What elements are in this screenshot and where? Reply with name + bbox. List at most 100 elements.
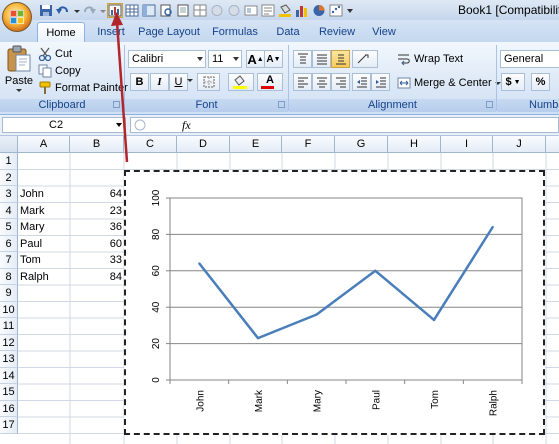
percent-button[interactable]: % [531,73,550,91]
fill-color-button[interactable] [228,73,254,91]
insert-function-button[interactable]: fx [182,118,191,133]
redo-dropdown[interactable] [98,3,106,18]
scatter-quick-button[interactable] [328,3,344,18]
embedded-line-chart[interactable]: 0 20 40 60 80 100 John Mark Mary Paul Tom Ralph [124,170,545,435]
column-header-h[interactable]: H [388,136,441,153]
sheet-icon-button-5[interactable] [192,3,208,18]
row-header-4[interactable]: 4 [0,202,18,219]
row-header-7[interactable]: 7 [0,252,18,269]
undo-button[interactable] [55,3,71,18]
tab-data[interactable]: Data [270,22,306,42]
alignment-launcher-icon[interactable] [486,101,493,108]
select-all-corner[interactable] [0,136,18,153]
currency-button[interactable]: $ ▼ [501,73,525,91]
row-header-11[interactable]: 11 [0,318,18,335]
row-header-15[interactable]: 15 [0,384,18,401]
row-header-17[interactable]: 17 [0,417,18,434]
sheet-icon-button-4[interactable] [175,3,191,18]
sheet-icon-button-8[interactable] [243,3,259,18]
row-header-2[interactable]: 2 [0,169,18,186]
row-header-1[interactable]: 1 [0,153,18,170]
tab-insert[interactable]: Insert [88,22,134,42]
sheet-icon-button-3[interactable] [158,3,174,18]
fill-color-quick-button[interactable] [277,3,293,18]
paste-dropdown-arrow[interactable] [16,89,22,92]
increase-indent-button[interactable] [371,73,390,91]
column-header-e[interactable]: E [230,136,282,153]
row-header-12[interactable]: 12 [0,334,18,351]
row-header-6[interactable]: 6 [0,235,18,252]
column-header-k[interactable] [546,136,559,153]
formula-input[interactable]: fx [130,117,559,133]
cell-b8[interactable]: 84 [70,269,122,286]
cell-a4[interactable]: Mark [20,203,44,220]
tab-formulas[interactable]: Formulas [208,22,262,42]
orientation-button[interactable] [352,50,378,68]
tab-page-layout[interactable]: Page Layout [136,22,202,42]
insert-chart-button[interactable] [107,2,123,18]
row-header-10[interactable]: 10 [0,301,18,318]
tab-home[interactable]: Home [37,22,85,43]
wrap-text-button[interactable]: Wrap Text [397,49,463,69]
cell-a5[interactable]: Mary [20,219,44,236]
align-bottom-button[interactable] [331,50,350,68]
row-header-8[interactable]: 8 [0,268,18,285]
merge-center-button[interactable]: Merge & Center [397,73,501,93]
row-header-14[interactable]: 14 [0,367,18,384]
format-painter-button[interactable]: Format Painter [38,78,128,98]
column-header-d[interactable]: D [177,136,230,153]
tab-review[interactable]: Review [314,22,360,42]
sheet-icon-button-2[interactable] [141,3,157,18]
cell-b3[interactable]: 64 [70,186,122,203]
font-launcher-icon[interactable] [278,101,285,108]
cell-a8[interactable]: Ralph [20,269,49,286]
cell-b7[interactable]: 33 [70,252,122,269]
tab-view[interactable]: View [366,22,402,42]
customize-qat-dropdown[interactable] [345,3,355,18]
column-header-g[interactable]: G [335,136,388,153]
align-left-button[interactable] [293,73,312,91]
italic-button[interactable]: I [150,73,169,91]
underline-button[interactable]: U [169,73,188,91]
name-box[interactable]: C2 [2,117,126,133]
cell-a3[interactable]: John [20,186,44,203]
cell-b5[interactable]: 36 [70,219,122,236]
row-header-9[interactable]: 9 [0,285,18,302]
align-middle-button[interactable] [312,50,331,68]
font-name-dropdown[interactable]: Calibri [128,50,206,68]
column-header-f[interactable]: F [282,136,335,153]
font-size-dropdown[interactable]: 11 [208,50,242,68]
column-header-c[interactable]: C [124,136,177,153]
align-right-button[interactable] [331,73,350,91]
align-top-button[interactable] [293,50,312,68]
underline-dropdown[interactable] [187,79,193,82]
row-header-13[interactable]: 13 [0,351,18,368]
sheet-icon-button-1[interactable] [124,3,140,18]
row-header-16[interactable]: 16 [0,400,18,417]
pie-chart-quick-button[interactable] [311,3,327,18]
cell-b6[interactable]: 60 [70,236,122,253]
align-center-button[interactable] [312,73,331,91]
column-header-j[interactable]: J [493,136,546,153]
font-color-button[interactable]: A [257,73,283,91]
sheet-icon-button-9[interactable] [260,3,276,18]
bold-button[interactable]: B [130,73,149,91]
row-header-3[interactable]: 3 [0,186,18,203]
paste-button[interactable]: Paste [3,45,35,97]
borders-button[interactable] [197,73,220,91]
column-header-i[interactable]: I [441,136,493,153]
cell-a7[interactable]: Tom [20,252,41,269]
column-header-b[interactable]: B [70,136,124,153]
decrease-indent-button[interactable] [352,73,371,91]
office-button[interactable] [2,2,32,32]
sheet-icon-button-6[interactable] [209,3,225,18]
chart-quick-button[interactable] [294,3,310,18]
cell-a6[interactable]: Paul [20,236,42,253]
number-format-dropdown[interactable]: General [500,50,559,68]
redo-button[interactable] [81,3,97,18]
clipboard-launcher-icon[interactable] [113,101,120,108]
row-header-5[interactable]: 5 [0,219,18,236]
column-header-a[interactable]: A [18,136,70,153]
grow-font-button[interactable]: A ▲ [246,50,265,68]
sheet-icon-button-7[interactable] [226,3,242,18]
